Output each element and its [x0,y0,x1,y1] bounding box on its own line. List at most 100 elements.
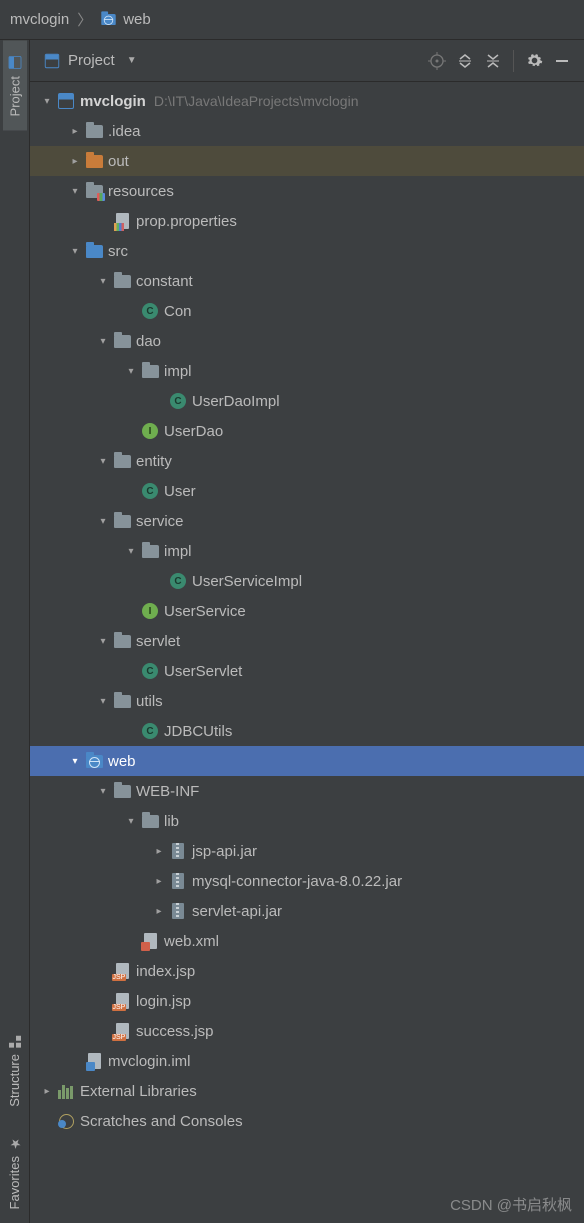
tree-node-indexjsp[interactable]: index.jsp [30,956,584,986]
tree-node-userservice[interactable]: I UserService [30,596,584,626]
tree-node-src[interactable]: ▾ src [30,236,584,266]
node-label: jsp-api.jar [192,843,257,860]
node-label: .idea [108,123,141,140]
tree-node-iml[interactable]: mvclogin.iml [30,1046,584,1076]
tree-node-web[interactable]: ▾ web [30,746,584,776]
chevron-down-icon[interactable]: ▾ [66,756,84,767]
breadcrumb-item-web[interactable]: web [100,11,151,28]
chevron-down-icon[interactable]: ▾ [122,546,140,557]
tree-node-jdbcutils[interactable]: C JDBCUtils [30,716,584,746]
tree-node-module-root[interactable]: ▾ mvclogin D:\IT\Java\IdeaProjects\mvclo… [30,86,584,116]
module-icon [56,93,76,109]
chevron-right-icon[interactable]: ▸ [150,846,168,857]
chevron-down-icon[interactable]: ▾ [94,276,112,287]
node-label: UserDao [164,423,223,440]
tree-node-resources[interactable]: ▾ resources [30,176,584,206]
node-label: UserServiceImpl [192,573,302,590]
hide-button[interactable] [548,47,576,75]
tree-node-dao[interactable]: ▾ dao [30,326,584,356]
class-icon: C [140,723,160,739]
side-tab-favorites[interactable]: Favorites ★ [3,1121,26,1223]
node-label: prop.properties [136,213,237,230]
tree-node-entity[interactable]: ▾ entity [30,446,584,476]
tree-node-utils[interactable]: ▾ utils [30,686,584,716]
tree-node-service-impl[interactable]: ▾ impl [30,536,584,566]
node-label: web [108,753,136,770]
side-tab-label: Structure [7,1054,22,1107]
project-panel: Project ▼ ▾ mvclogin D:\IT\Java\IdeaProj… [30,40,584,1223]
chevron-right-icon[interactable]: ▸ [66,156,84,167]
chevron-down-icon[interactable]: ▾ [122,366,140,377]
tree-node-external-libraries[interactable]: ▸ External Libraries [30,1076,584,1106]
tree-node-con[interactable]: C Con [30,296,584,326]
chevron-down-icon[interactable]: ▾ [94,456,112,467]
expand-all-button[interactable] [451,47,479,75]
tree-node-userservlet[interactable]: C UserServlet [30,656,584,686]
chevron-down-icon[interactable]: ▾ [94,336,112,347]
tree-node-webxml[interactable]: web.xml [30,926,584,956]
project-tree[interactable]: ▾ mvclogin D:\IT\Java\IdeaProjects\mvclo… [30,82,584,1136]
breadcrumb-separator: 〉 [77,9,92,30]
chevron-down-icon[interactable]: ▾ [66,246,84,257]
tree-node-servlet[interactable]: ▾ servlet [30,626,584,656]
tree-node-prop[interactable]: prop.properties [30,206,584,236]
chevron-right-icon[interactable]: ▸ [38,1086,56,1097]
tree-node-dao-impl[interactable]: ▾ impl [30,356,584,386]
tree-node-lib[interactable]: ▾ lib [30,806,584,836]
project-view-selector[interactable]: Project ▼ [44,52,137,69]
node-label: entity [136,453,172,470]
tree-node-scratches[interactable]: Scratches and Consoles [30,1106,584,1136]
tree-node-userdaoimpl[interactable]: C UserDaoImpl [30,386,584,416]
node-label: success.jsp [136,1023,214,1040]
chevron-down-icon[interactable]: ▾ [66,186,84,197]
tree-node-idea[interactable]: ▸ .idea [30,116,584,146]
package-icon [112,455,132,468]
node-label: src [108,243,128,260]
tree-node-out[interactable]: ▸ out [30,146,584,176]
chevron-down-icon[interactable]: ▾ [94,636,112,647]
tree-node-loginjsp[interactable]: login.jsp [30,986,584,1016]
node-label: impl [164,363,192,380]
side-tab-label: Favorites [7,1156,22,1209]
node-label: WEB-INF [136,783,199,800]
jsp-file-icon [112,963,132,979]
breadcrumb: mvclogin 〉 web [0,0,584,40]
tree-node-mysql[interactable]: ▸ mysql-connector-java-8.0.22.jar [30,866,584,896]
side-tab-project[interactable]: Project [3,40,27,130]
jsp-file-icon [112,1023,132,1039]
tree-node-jspapi[interactable]: ▸ jsp-api.jar [30,836,584,866]
tree-node-webinf[interactable]: ▾ WEB-INF [30,776,584,806]
chevron-down-icon[interactable]: ▾ [38,96,56,107]
collapse-all-button[interactable] [479,47,507,75]
tree-node-userdao[interactable]: I UserDao [30,416,584,446]
chevron-down-icon[interactable]: ▾ [122,816,140,827]
node-label: dao [136,333,161,350]
node-label: lib [164,813,179,830]
tree-node-service[interactable]: ▾ service [30,506,584,536]
iml-file-icon [84,1053,104,1069]
class-icon: C [140,663,160,679]
chevron-right-icon[interactable]: ▸ [150,906,168,917]
expand-icon [457,53,473,69]
breadcrumb-item-root[interactable]: mvclogin [10,11,69,28]
side-tab-structure[interactable]: Structure [3,1021,26,1121]
chevron-right-icon[interactable]: ▸ [66,126,84,137]
class-icon: C [168,573,188,589]
project-icon [8,56,21,69]
tree-node-constant[interactable]: ▾ constant [30,266,584,296]
folder-icon [112,785,132,798]
chevron-down-icon[interactable]: ▾ [94,696,112,707]
tree-node-successjsp[interactable]: success.jsp [30,1016,584,1046]
chevron-right-icon[interactable]: ▸ [150,876,168,887]
settings-button[interactable] [520,47,548,75]
divider [513,50,514,72]
tree-node-user[interactable]: C User [30,476,584,506]
package-icon [112,695,132,708]
chevron-down-icon[interactable]: ▾ [94,516,112,527]
chevron-down-icon[interactable]: ▾ [94,786,112,797]
locate-button[interactable] [423,47,451,75]
tree-node-userserviceimpl[interactable]: C UserServiceImpl [30,566,584,596]
node-label: User [164,483,196,500]
archive-icon [168,843,188,859]
tree-node-servletapi[interactable]: ▸ servlet-api.jar [30,896,584,926]
